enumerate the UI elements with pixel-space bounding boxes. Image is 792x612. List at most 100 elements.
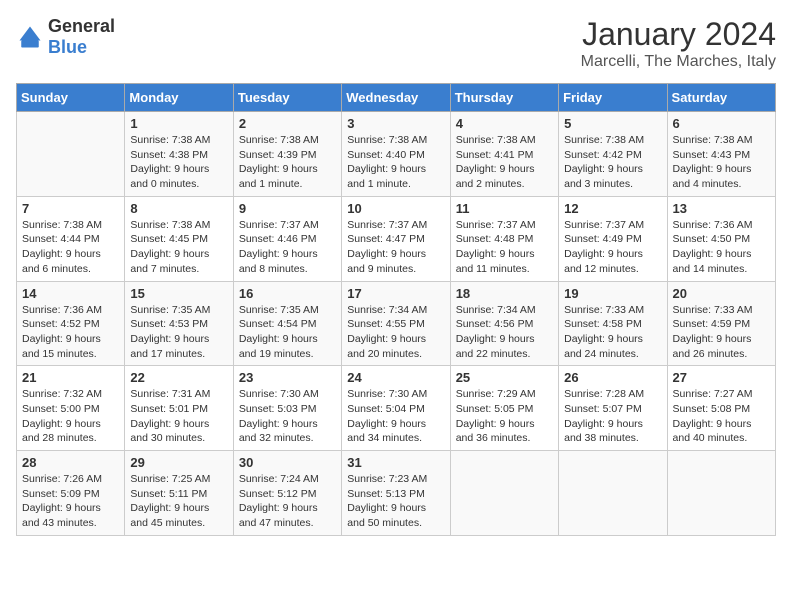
cell-details: Sunrise: 7:38 AMSunset: 4:44 PMDaylight:… (22, 218, 119, 277)
day-number: 13 (673, 201, 770, 216)
month-title: January 2024 (581, 16, 776, 53)
cell-details: Sunrise: 7:24 AMSunset: 5:12 PMDaylight:… (239, 472, 336, 531)
weekday-header-saturday: Saturday (667, 84, 775, 112)
calendar-cell: 4 Sunrise: 7:38 AMSunset: 4:41 PMDaylight… (450, 112, 558, 197)
week-row-2: 7Sunrise: 7:38 AMSunset: 4:44 PMDaylight… (17, 196, 776, 281)
calendar-cell: 13 Sunrise: 7:36 AMSunset: 4:50 PMDayligh… (667, 196, 775, 281)
week-row-3: 14 Sunrise: 7:36 AMSunset: 4:52 PMDayligh… (17, 281, 776, 366)
calendar-table: SundayMondayTuesdayWednesdayThursdayFrid… (16, 83, 776, 536)
calendar-cell: 14 Sunrise: 7:36 AMSunset: 4:52 PMDayligh… (17, 281, 125, 366)
day-number: 25 (456, 370, 553, 385)
day-number: 18 (456, 286, 553, 301)
day-number: 12 (564, 201, 661, 216)
calendar-cell (17, 112, 125, 197)
calendar-cell (559, 451, 667, 536)
logo-blue-text: Blue (48, 37, 87, 57)
cell-details: Sunrise: 7:37 AMSunset: 4:47 PMDaylight:… (347, 218, 444, 277)
weekday-header-row: SundayMondayTuesdayWednesdayThursdayFrid… (17, 84, 776, 112)
calendar-cell: 18 Sunrise: 7:34 AMSunset: 4:56 PMDayligh… (450, 281, 558, 366)
calendar-cell: 30Sunrise: 7:24 AMSunset: 5:12 PMDayligh… (233, 451, 341, 536)
calendar-cell: 12 Sunrise: 7:37 AMSunset: 4:49 PMDayligh… (559, 196, 667, 281)
calendar-cell: 1Sunrise: 7:38 AMSunset: 4:38 PMDaylight… (125, 112, 233, 197)
week-row-4: 21Sunrise: 7:32 AMSunset: 5:00 PMDayligh… (17, 366, 776, 451)
day-number: 20 (673, 286, 770, 301)
cell-details: Sunrise: 7:37 AMSunset: 4:48 PMDaylight:… (456, 218, 553, 277)
cell-details: Sunrise: 7:37 AMSunset: 4:46 PMDaylight:… (239, 218, 336, 277)
cell-details: Sunrise: 7:38 AMSunset: 4:42 PMDaylight:… (564, 133, 661, 192)
calendar-cell: 19 Sunrise: 7:33 AMSunset: 4:58 PMDayligh… (559, 281, 667, 366)
day-number: 3 (347, 116, 444, 131)
day-number: 4 (456, 116, 553, 131)
calendar-cell: 5 Sunrise: 7:38 AMSunset: 4:42 PMDaylight… (559, 112, 667, 197)
day-number: 10 (347, 201, 444, 216)
calendar-cell: 8 Sunrise: 7:38 AMSunset: 4:45 PMDaylight… (125, 196, 233, 281)
title-area: January 2024 Marcelli, The Marches, Ital… (581, 16, 776, 71)
calendar-cell: 26Sunrise: 7:28 AMSunset: 5:07 PMDayligh… (559, 366, 667, 451)
cell-details: Sunrise: 7:38 AMSunset: 4:38 PMDaylight:… (130, 133, 227, 192)
weekday-header-monday: Monday (125, 84, 233, 112)
cell-details: Sunrise: 7:38 AMSunset: 4:45 PMDaylight:… (130, 218, 227, 277)
cell-details: Sunrise: 7:31 AMSunset: 5:01 PMDaylight:… (130, 387, 227, 446)
calendar-cell: 21Sunrise: 7:32 AMSunset: 5:00 PMDayligh… (17, 366, 125, 451)
cell-details: Sunrise: 7:27 AMSunset: 5:08 PMDaylight:… (673, 387, 770, 446)
day-number: 24 (347, 370, 444, 385)
day-number: 9 (239, 201, 336, 216)
day-number: 15 (130, 286, 227, 301)
location-title: Marcelli, The Marches, Italy (581, 53, 776, 71)
cell-details: Sunrise: 7:38 AMSunset: 4:41 PMDaylight:… (456, 133, 553, 192)
weekday-header-friday: Friday (559, 84, 667, 112)
cell-details: Sunrise: 7:38 AMSunset: 4:43 PMDaylight:… (673, 133, 770, 192)
calendar-cell: 27Sunrise: 7:27 AMSunset: 5:08 PMDayligh… (667, 366, 775, 451)
calendar-cell: 29Sunrise: 7:25 AMSunset: 5:11 PMDayligh… (125, 451, 233, 536)
day-number: 16 (239, 286, 336, 301)
cell-details: Sunrise: 7:35 AMSunset: 4:54 PMDaylight:… (239, 303, 336, 362)
cell-details: Sunrise: 7:34 AMSunset: 4:55 PMDaylight:… (347, 303, 444, 362)
day-number: 14 (22, 286, 119, 301)
calendar-cell (667, 451, 775, 536)
calendar-cell: 15Sunrise: 7:35 AMSunset: 4:53 PMDayligh… (125, 281, 233, 366)
cell-details: Sunrise: 7:30 AMSunset: 5:04 PMDaylight:… (347, 387, 444, 446)
day-number: 11 (456, 201, 553, 216)
page-header: General Blue January 2024 Marcelli, The … (16, 16, 776, 71)
cell-details: Sunrise: 7:23 AMSunset: 5:13 PMDaylight:… (347, 472, 444, 531)
day-number: 31 (347, 455, 444, 470)
calendar-cell: 31 Sunrise: 7:23 AMSunset: 5:13 PMDayligh… (342, 451, 450, 536)
cell-details: Sunrise: 7:25 AMSunset: 5:11 PMDaylight:… (130, 472, 227, 531)
calendar-cell: 6 Sunrise: 7:38 AMSunset: 4:43 PMDaylight… (667, 112, 775, 197)
calendar-cell: 2 Sunrise: 7:38 AMSunset: 4:39 PMDaylight… (233, 112, 341, 197)
calendar-cell: 7Sunrise: 7:38 AMSunset: 4:44 PMDaylight… (17, 196, 125, 281)
cell-details: Sunrise: 7:38 AMSunset: 4:39 PMDaylight:… (239, 133, 336, 192)
cell-details: Sunrise: 7:36 AMSunset: 4:50 PMDaylight:… (673, 218, 770, 277)
cell-details: Sunrise: 7:30 AMSunset: 5:03 PMDaylight:… (239, 387, 336, 446)
weekday-header-thursday: Thursday (450, 84, 558, 112)
day-number: 22 (130, 370, 227, 385)
cell-details: Sunrise: 7:36 AMSunset: 4:52 PMDaylight:… (22, 303, 119, 362)
day-number: 28 (22, 455, 119, 470)
calendar-cell: 25 Sunrise: 7:29 AMSunset: 5:05 PMDayligh… (450, 366, 558, 451)
calendar-cell: 3 Sunrise: 7:38 AMSunset: 4:40 PMDaylight… (342, 112, 450, 197)
logo: General Blue (16, 16, 115, 58)
cell-details: Sunrise: 7:33 AMSunset: 4:58 PMDaylight:… (564, 303, 661, 362)
cell-details: Sunrise: 7:37 AMSunset: 4:49 PMDaylight:… (564, 218, 661, 277)
cell-details: Sunrise: 7:29 AMSunset: 5:05 PMDaylight:… (456, 387, 553, 446)
cell-details: Sunrise: 7:34 AMSunset: 4:56 PMDaylight:… (456, 303, 553, 362)
day-number: 5 (564, 116, 661, 131)
day-number: 6 (673, 116, 770, 131)
week-row-1: 1Sunrise: 7:38 AMSunset: 4:38 PMDaylight… (17, 112, 776, 197)
day-number: 17 (347, 286, 444, 301)
day-number: 19 (564, 286, 661, 301)
cell-details: Sunrise: 7:38 AMSunset: 4:40 PMDaylight:… (347, 133, 444, 192)
cell-details: Sunrise: 7:32 AMSunset: 5:00 PMDaylight:… (22, 387, 119, 446)
calendar-cell: 24 Sunrise: 7:30 AMSunset: 5:04 PMDayligh… (342, 366, 450, 451)
day-number: 8 (130, 201, 227, 216)
day-number: 2 (239, 116, 336, 131)
cell-details: Sunrise: 7:28 AMSunset: 5:07 PMDaylight:… (564, 387, 661, 446)
calendar-cell: 10 Sunrise: 7:37 AMSunset: 4:47 PMDayligh… (342, 196, 450, 281)
weekday-header-sunday: Sunday (17, 84, 125, 112)
calendar-cell: 17 Sunrise: 7:34 AMSunset: 4:55 PMDayligh… (342, 281, 450, 366)
weekday-header-wednesday: Wednesday (342, 84, 450, 112)
calendar-cell (450, 451, 558, 536)
day-number: 23 (239, 370, 336, 385)
cell-details: Sunrise: 7:26 AMSunset: 5:09 PMDaylight:… (22, 472, 119, 531)
weekday-header-tuesday: Tuesday (233, 84, 341, 112)
